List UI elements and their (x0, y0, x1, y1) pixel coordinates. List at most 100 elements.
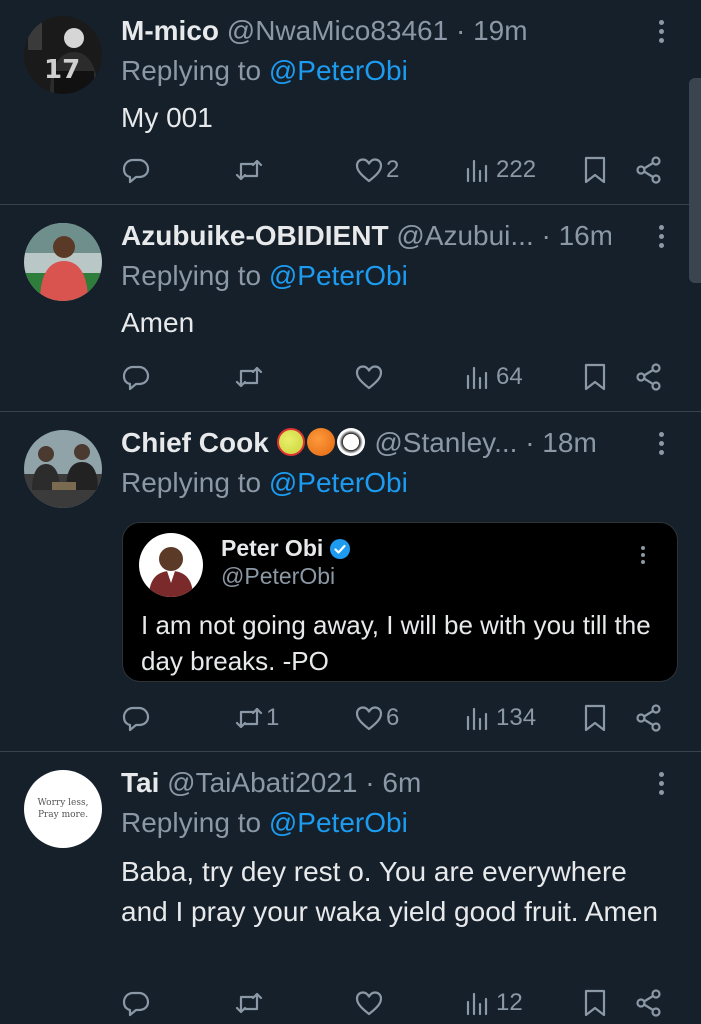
bookmark-icon (584, 156, 606, 184)
views-button[interactable]: 12 (464, 983, 523, 1023)
avatar[interactable]: 17 (24, 16, 102, 94)
analytics-icon (466, 159, 488, 183)
bookmark-button[interactable] (580, 983, 610, 1023)
view-count: 134 (496, 704, 537, 731)
quoted-text: I am not going away, I will be with you … (141, 610, 651, 676)
display-name[interactable]: M-mico (121, 15, 219, 46)
tweet-text: Baba, try dey rest o. You are everywhere… (121, 856, 658, 927)
more-options-icon[interactable] (651, 219, 671, 253)
tweet-header: M-mico @NwaMico83461 · 19m (121, 14, 611, 48)
like-button[interactable]: 2 (354, 150, 399, 190)
display-name[interactable]: Chief Cook (121, 427, 269, 458)
quoted-tweet[interactable]: Peter Obi @PeterObi I am not going away,… (122, 522, 678, 682)
heart-icon (355, 991, 383, 1016)
svg-text:17: 17 (44, 55, 80, 85)
reply-icon (122, 365, 150, 391)
user-handle[interactable]: @Stanley... (374, 427, 517, 458)
mention-link[interactable]: @PeterObi (269, 807, 408, 838)
replying-to: Replying to @PeterObi (121, 259, 408, 293)
display-name[interactable]: Tai (121, 767, 159, 798)
bookmark-button[interactable] (580, 357, 610, 397)
like-button[interactable]: 6 (354, 698, 399, 738)
like-button[interactable] (354, 983, 386, 1023)
retweet-button[interactable] (234, 150, 266, 190)
analytics-icon (466, 366, 488, 390)
replying-to-label: Replying to (121, 55, 269, 86)
replying-to: Replying to @PeterObi (121, 54, 408, 88)
tweet[interactable]: Worry less, Pray more. Tai @TaiAbati2021… (0, 752, 701, 1024)
timestamp[interactable]: · 18m (525, 427, 597, 458)
display-name[interactable]: Azubuike-OBIDIENT (121, 220, 389, 251)
retweet-button[interactable] (234, 983, 266, 1023)
reply-button[interactable] (121, 983, 151, 1023)
more-options-icon[interactable] (651, 766, 671, 800)
tweet[interactable]: Azubuike-OBIDIENT @Azubui... · 16m Reply… (0, 205, 701, 412)
retweet-icon (235, 992, 263, 1014)
quoted-name[interactable]: Peter Obi (221, 535, 351, 562)
avatar[interactable]: Worry less, Pray more. (24, 770, 102, 848)
view-count: 64 (496, 363, 523, 390)
mention-link[interactable]: @PeterObi (269, 467, 408, 498)
share-button[interactable] (634, 698, 664, 738)
replying-to-label: Replying to (121, 260, 269, 291)
bookmark-icon (584, 363, 606, 391)
views-button[interactable]: 222 (464, 150, 536, 190)
mention-link[interactable]: @PeterObi (269, 260, 408, 291)
more-options-icon[interactable] (651, 426, 671, 460)
reply-button[interactable] (121, 150, 151, 190)
tweet-text: My 001 (121, 102, 213, 133)
share-button[interactable] (634, 150, 664, 190)
user-handle[interactable]: @TaiAbati2021 (167, 767, 357, 798)
share-icon (636, 704, 661, 732)
share-icon (636, 156, 661, 184)
reply-button[interactable] (121, 698, 151, 738)
replying-to-label: Replying to (121, 467, 269, 498)
retweet-button[interactable] (234, 357, 266, 397)
timestamp[interactable]: · 19m (456, 15, 528, 46)
heart-icon (355, 706, 383, 731)
views-button[interactable]: 134 (464, 698, 536, 738)
timestamp[interactable]: · 16m (542, 220, 612, 251)
retweet-icon (235, 159, 263, 181)
bookmark-icon (584, 989, 606, 1017)
verified-badge-icon (330, 538, 351, 559)
reply-icon (122, 706, 150, 732)
reply-button[interactable] (121, 357, 151, 397)
retweet-icon (235, 366, 263, 388)
quoted-more-options-icon[interactable] (633, 543, 653, 567)
action-bar: 1 6 134 (0, 698, 701, 738)
timestamp[interactable]: · 6m (365, 767, 421, 798)
tweet-header: Tai @TaiAbati2021 · 6m (121, 766, 611, 800)
tweet[interactable]: 17 M-mico @NwaMico83461 · 19m Replying t… (0, 0, 701, 205)
heart-icon (355, 365, 383, 390)
replying-to: Replying to @PeterObi (121, 466, 408, 500)
bookmark-button[interactable] (580, 698, 610, 738)
avatar[interactable] (24, 223, 102, 301)
analytics-icon (466, 992, 488, 1016)
quoted-display-name: Peter Obi (221, 535, 324, 561)
scrollbar[interactable] (689, 78, 701, 283)
reply-icon (122, 991, 150, 1017)
more-options-icon[interactable] (651, 14, 671, 48)
user-handle[interactable]: @NwaMico83461 (227, 15, 448, 46)
avatar[interactable] (24, 430, 102, 508)
user-handle[interactable]: @Azubui... (396, 220, 533, 251)
mention-link[interactable]: @PeterObi (269, 55, 408, 86)
share-button[interactable] (634, 983, 664, 1023)
reply-icon (122, 158, 150, 184)
like-button[interactable] (354, 357, 386, 397)
quoted-avatar[interactable] (139, 533, 203, 597)
basketball-icon (306, 428, 335, 456)
like-count: 6 (386, 704, 400, 731)
retweet-count: 1 (266, 704, 280, 731)
softball-icon (276, 428, 305, 456)
analytics-icon (466, 707, 488, 731)
action-bar: 2 222 (0, 150, 701, 190)
share-button[interactable] (634, 357, 664, 397)
share-icon (636, 989, 661, 1017)
bookmark-button[interactable] (580, 150, 610, 190)
retweet-button[interactable]: 1 (234, 698, 279, 738)
views-button[interactable]: 64 (464, 357, 523, 397)
action-bar: 64 (0, 357, 701, 397)
quoted-handle[interactable]: @PeterObi (221, 563, 335, 590)
